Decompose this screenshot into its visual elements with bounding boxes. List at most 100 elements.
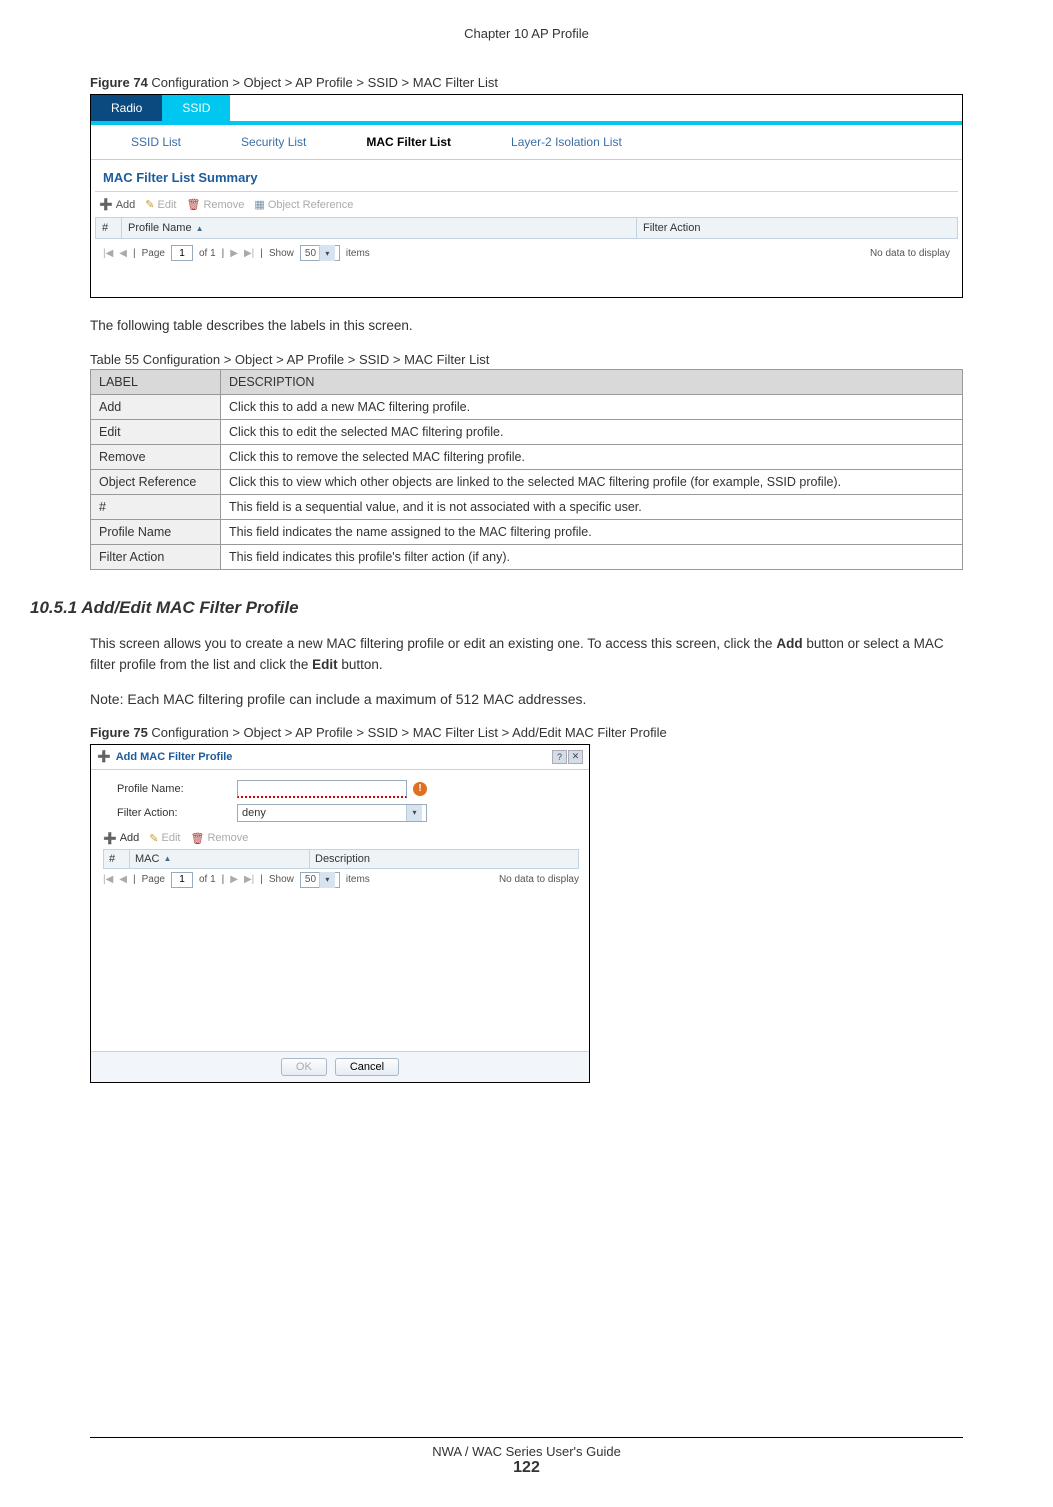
- remove-button[interactable]: 🗑Remove: [186, 198, 244, 211]
- para1-add: Add: [776, 636, 802, 651]
- figure74-caption-num: Figure 74: [90, 75, 148, 90]
- reference-icon: ▦: [254, 198, 264, 211]
- edit-button[interactable]: ✎Edit: [145, 198, 176, 211]
- pager-first-icon[interactable]: |◀: [103, 248, 113, 259]
- pager-nodata: No data to display: [499, 874, 579, 885]
- tab-ssid[interactable]: SSID: [162, 95, 230, 121]
- window-controls: ? ✕: [552, 750, 583, 764]
- td-label: Filter Action: [91, 545, 221, 570]
- table-row: EditClick this to edit the selected MAC …: [91, 420, 963, 445]
- tab-radio[interactable]: Radio: [91, 95, 162, 121]
- figure75-caption-text: Configuration > Object > AP Profile > SS…: [148, 725, 667, 740]
- pager-next-icon[interactable]: ▶: [230, 248, 238, 259]
- add-label: Add: [120, 832, 140, 844]
- page-footer: NWA / WAC Series User's Guide 122: [0, 1437, 1053, 1477]
- table55-caption: Table 55 Configuration > Object > AP Pro…: [90, 352, 963, 367]
- pager-show-select[interactable]: 50▾: [300, 245, 340, 261]
- table-row: Object ReferenceClick this to view which…: [91, 470, 963, 495]
- error-icon: !: [413, 782, 427, 796]
- td-desc: Click this to remove the selected MAC fi…: [221, 445, 963, 470]
- table55: LABEL DESCRIPTION AddClick this to add a…: [90, 369, 963, 570]
- col-profile-name[interactable]: Profile Name▲: [122, 218, 637, 238]
- dialog-empty-area: [117, 891, 579, 1051]
- subtab-ssid-list[interactable]: SSID List: [131, 135, 181, 149]
- help-icon[interactable]: ?: [552, 750, 567, 764]
- plus-icon: ➕: [97, 750, 111, 763]
- pager-last-icon[interactable]: ▶|: [244, 248, 254, 259]
- filter-action-value: deny: [242, 807, 266, 819]
- pager-page-input[interactable]: [171, 245, 193, 261]
- col-number[interactable]: #: [96, 218, 122, 238]
- td-label: Object Reference: [91, 470, 221, 495]
- pager-controls: |◀ ◀ | Page of 1 | ▶ ▶| | Show 50▾ items: [103, 872, 370, 888]
- fig75-toolbar: ➕Add ✎Edit 🗑Remove: [103, 828, 579, 849]
- col-number[interactable]: #: [104, 850, 130, 868]
- fig74-grid-header: # Profile Name▲ Filter Action: [95, 217, 958, 239]
- pager-prev-icon[interactable]: ◀: [119, 248, 127, 259]
- th-description: DESCRIPTION: [221, 370, 963, 395]
- td-label: Profile Name: [91, 520, 221, 545]
- cancel-button[interactable]: Cancel: [335, 1058, 399, 1076]
- objref-label: Object Reference: [268, 199, 354, 211]
- dialog-title: Add MAC Filter Profile: [116, 751, 233, 763]
- fig74-spacer: [91, 275, 962, 297]
- remove-button[interactable]: 🗑Remove: [190, 832, 248, 845]
- ok-button[interactable]: OK: [281, 1058, 327, 1076]
- add-button[interactable]: ➕Add: [103, 832, 139, 845]
- pencil-icon: ✎: [149, 832, 158, 845]
- pencil-icon: ✎: [145, 198, 154, 211]
- object-reference-button[interactable]: ▦ Object Reference: [254, 198, 353, 211]
- pager-last-icon[interactable]: ▶|: [244, 874, 254, 885]
- pager-first-icon[interactable]: |◀: [103, 874, 113, 885]
- dialog-footer: OK Cancel: [91, 1051, 589, 1082]
- filter-action-select[interactable]: deny ▾: [237, 804, 427, 822]
- pager-show-value: 50: [305, 874, 316, 885]
- subtab-mac-filter-list[interactable]: MAC Filter List: [366, 135, 451, 149]
- pager-show-label: Show: [269, 248, 294, 259]
- td-desc: This field indicates the name assigned t…: [221, 520, 963, 545]
- pager-page-label: Page: [142, 874, 165, 885]
- col-description[interactable]: Description: [310, 850, 578, 868]
- note-512: Note: Each MAC filtering profile can inc…: [90, 691, 963, 707]
- dialog-titlebar: ➕ Add MAC Filter Profile ? ✕: [91, 745, 589, 770]
- footer-guide: NWA / WAC Series User's Guide: [0, 1444, 1053, 1459]
- pager-next-icon[interactable]: ▶: [230, 874, 238, 885]
- pager-sep2: |: [222, 874, 225, 885]
- para1-d: button.: [338, 657, 383, 672]
- pager-sep3: |: [260, 874, 263, 885]
- td-desc: Click this to edit the selected MAC filt…: [221, 420, 963, 445]
- th-label: LABEL: [91, 370, 221, 395]
- pager-show-select[interactable]: 50▾: [300, 872, 340, 888]
- section-1051-para1: This screen allows you to create a new M…: [90, 634, 963, 675]
- close-icon[interactable]: ✕: [568, 750, 583, 764]
- trash-icon: 🗑: [186, 198, 200, 211]
- edit-button[interactable]: ✎Edit: [149, 832, 180, 845]
- lbl-profile-name: Profile Name:: [117, 783, 237, 795]
- pager-items-label: items: [346, 874, 370, 885]
- chevron-down-icon: ▾: [319, 245, 335, 261]
- figure74-caption: Figure 74 Configuration > Object > AP Pr…: [90, 75, 963, 90]
- col-filter-action[interactable]: Filter Action: [637, 218, 957, 238]
- remove-label: Remove: [203, 199, 244, 211]
- subtab-security-list[interactable]: Security List: [241, 135, 306, 149]
- subtab-layer2-isolation[interactable]: Layer-2 Isolation List: [511, 135, 622, 149]
- chevron-down-icon: ▾: [319, 872, 335, 888]
- table-header-row: LABEL DESCRIPTION: [91, 370, 963, 395]
- profile-name-input[interactable]: [237, 780, 407, 798]
- table-row: Profile NameThis field indicates the nam…: [91, 520, 963, 545]
- pager-nodata: No data to display: [870, 248, 950, 259]
- dialog-title-left: ➕ Add MAC Filter Profile: [97, 750, 232, 763]
- para1-edit: Edit: [312, 657, 338, 672]
- figure75-box: ➕ Add MAC Filter Profile ? ✕ Profile Nam…: [90, 744, 590, 1083]
- col-profile-name-label: Profile Name: [128, 222, 192, 234]
- fig75-pager: |◀ ◀ | Page of 1 | ▶ ▶| | Show 50▾ items…: [103, 869, 579, 891]
- add-button[interactable]: ➕Add: [99, 198, 135, 211]
- pager-sep: |: [133, 874, 136, 885]
- figure74-caption-text: Configuration > Object > AP Profile > SS…: [148, 75, 498, 90]
- pager-page-input[interactable]: [171, 872, 193, 888]
- fig75-grid-header: # MAC▲ Description: [103, 849, 579, 869]
- pager-prev-icon[interactable]: ◀: [119, 874, 127, 885]
- lbl-filter-action: Filter Action:: [117, 807, 237, 819]
- col-mac[interactable]: MAC▲: [130, 850, 310, 868]
- pager-sep3: |: [260, 248, 263, 259]
